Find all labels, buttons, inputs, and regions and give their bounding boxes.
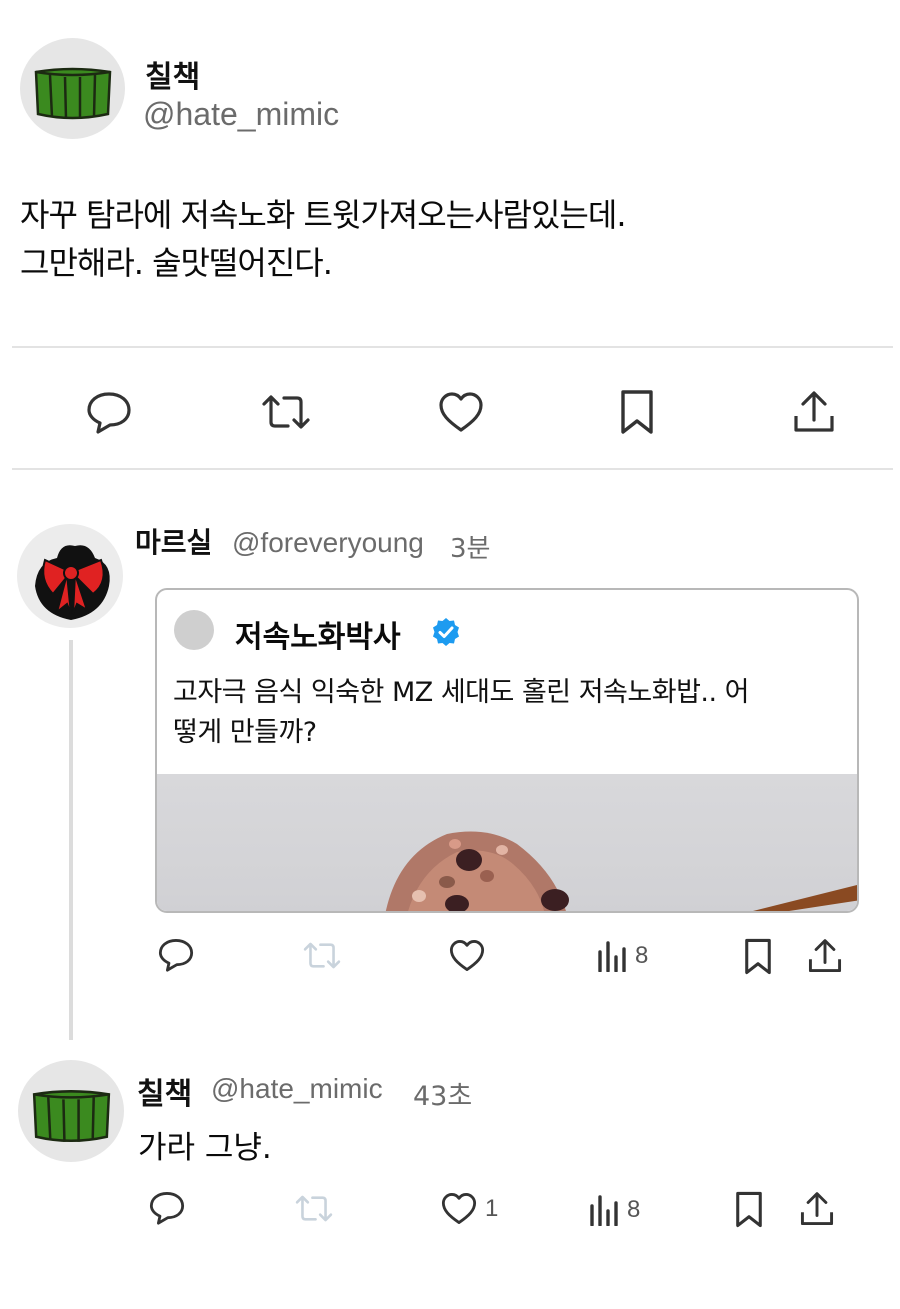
quoted-text-line-2: 떻게 만들까? (173, 717, 317, 748)
reply-button[interactable] (86, 390, 132, 434)
retweet-button[interactable] (260, 392, 312, 432)
quoted-text-line-1: 고자극 음식 익숙한 MZ 세대도 홀린 저속노화밥.. 어 (173, 677, 750, 708)
display-name[interactable]: 칠책 (145, 52, 200, 96)
verified-badge-icon (433, 618, 459, 646)
share-button[interactable] (793, 390, 835, 434)
bookmark-button[interactable] (619, 389, 655, 435)
retweet-icon (295, 1195, 333, 1222)
timestamp[interactable]: 3분 (450, 528, 490, 565)
reply-icon (149, 1192, 185, 1225)
share-icon (794, 391, 834, 432)
reply-icon (87, 392, 131, 434)
quoted-display-name: 저속노화박사 (235, 620, 401, 655)
quoted-avatar (174, 610, 214, 650)
like-button[interactable]: 1 (441, 1192, 498, 1225)
thread-line (69, 640, 73, 1040)
bookmark-button[interactable] (743, 938, 773, 975)
share-icon (808, 939, 842, 973)
like-icon (439, 392, 483, 432)
views-count: 8 (627, 1196, 641, 1223)
likes-count: 1 (485, 1194, 499, 1222)
reply-button[interactable] (158, 937, 194, 972)
display-name[interactable]: 마르실 (135, 521, 212, 561)
like-icon (441, 1193, 477, 1224)
tweet-text-line-2: 그만해라. 술맛떨어진다. (20, 244, 333, 282)
display-name[interactable]: 칠책 (137, 1069, 192, 1113)
avatar[interactable] (18, 1060, 124, 1162)
avatar[interactable] (17, 524, 123, 628)
retweet-button[interactable] (294, 1193, 334, 1224)
bookmark-icon (736, 1191, 762, 1228)
retweet-button[interactable] (302, 940, 342, 971)
timestamp[interactable]: 43초 (413, 1074, 472, 1113)
quoted-tweet-card[interactable]: 저속노화박사 고자극 음식 익숙한 MZ 세대도 홀린 저속노화밥.. 어 떻게… (155, 588, 859, 913)
views-button[interactable]: 8 (589, 1194, 640, 1226)
views-icon (598, 941, 626, 972)
tweet-text-line-1: 자꾸 탐라에 저속노화 트윗가져오는사람있는데. (20, 196, 626, 234)
retweet-icon (303, 942, 341, 969)
share-icon (800, 1192, 834, 1226)
retweet-icon (262, 395, 310, 429)
user-handle[interactable]: @foreveryoung (232, 527, 424, 559)
like-button[interactable] (438, 391, 484, 433)
user-handle[interactable]: @hate_mimic (143, 96, 339, 133)
quoted-media-image[interactable] (157, 774, 857, 911)
reply-icon (158, 939, 194, 972)
divider (12, 468, 893, 470)
user-handle[interactable]: @hate_mimic (211, 1073, 383, 1105)
divider (12, 346, 893, 348)
like-button[interactable] (449, 939, 485, 972)
reply-button[interactable] (149, 1190, 185, 1225)
views-count: 8 (635, 942, 649, 969)
avatar[interactable] (20, 38, 125, 139)
share-button[interactable] (808, 938, 842, 974)
share-button[interactable] (800, 1191, 834, 1227)
like-icon (449, 940, 485, 971)
bookmark-button[interactable] (734, 1191, 764, 1228)
views-icon (590, 1195, 618, 1226)
reply-text: 가라 그냥. (138, 1130, 272, 1166)
views-button[interactable]: 8 (597, 940, 648, 972)
bookmark-icon (745, 938, 771, 975)
bookmark-icon (621, 390, 653, 434)
